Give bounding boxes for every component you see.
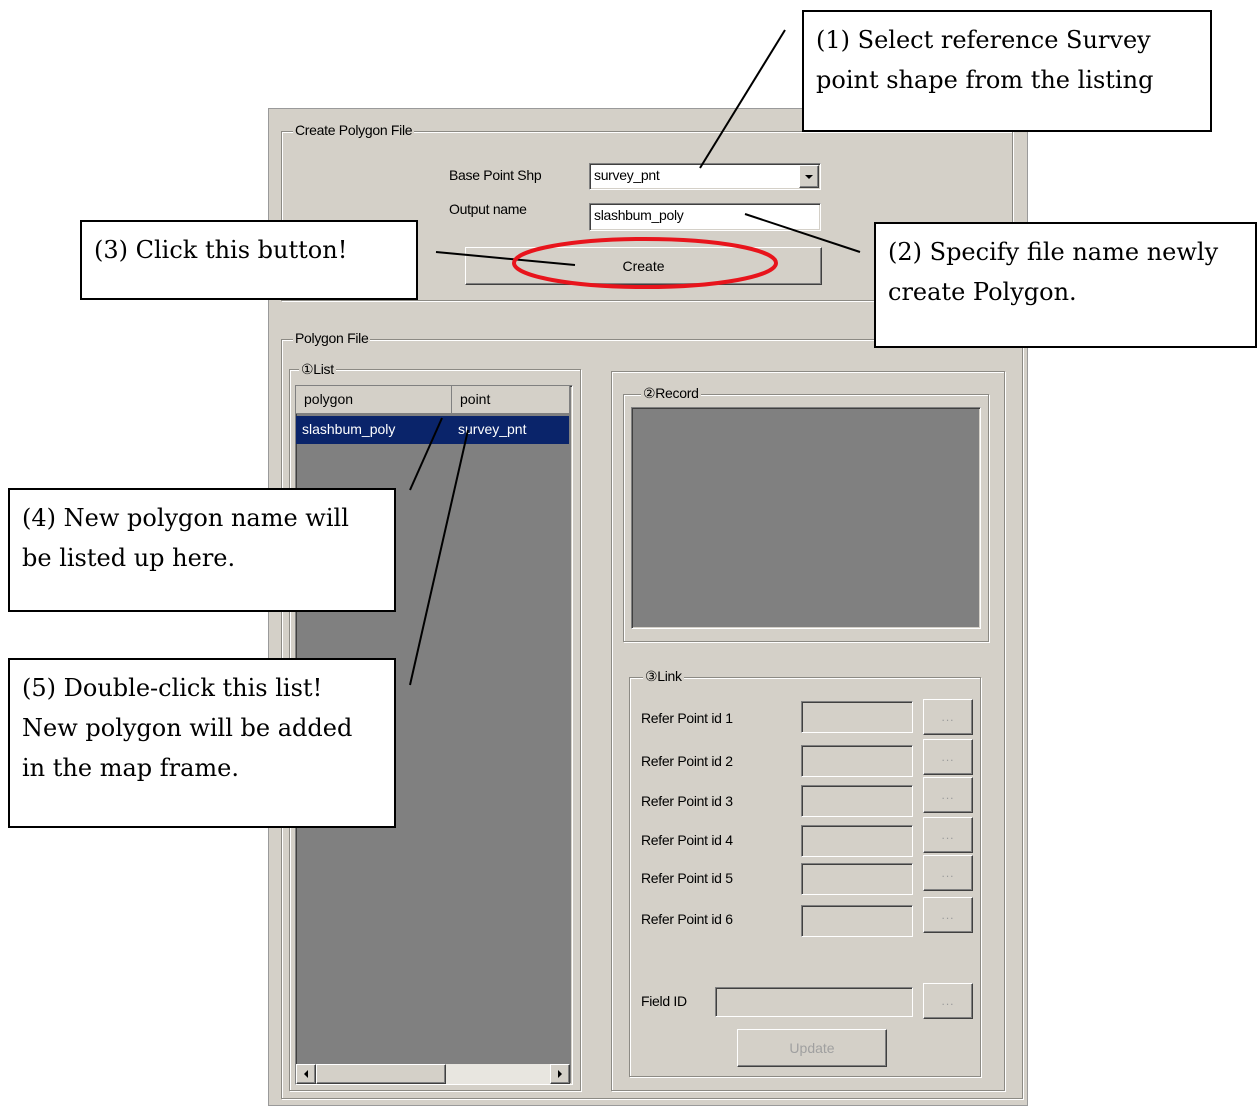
callout-4-line-2: be listed up here.: [22, 544, 236, 572]
record-group-title: ②Record: [641, 385, 701, 402]
field-id-field[interactable]: [715, 987, 913, 1017]
polygon-file-group-title: Polygon File: [293, 330, 371, 346]
scroll-thumb[interactable]: [316, 1064, 446, 1084]
base-point-select[interactable]: survey_pnt: [589, 163, 821, 190]
scroll-left-icon[interactable]: [296, 1064, 316, 1084]
browse-label: ...: [941, 866, 955, 880]
callout-4: (4) New polygon name will be listed up h…: [8, 488, 396, 612]
refer-point-5-label: Refer Point id 5: [641, 870, 733, 886]
refer-point-4-browse-button[interactable]: ...: [923, 817, 973, 853]
scroll-right-icon[interactable]: [550, 1064, 570, 1084]
refer-point-2-browse-button[interactable]: ...: [923, 739, 973, 775]
update-button[interactable]: Update: [737, 1029, 887, 1067]
create-button[interactable]: Create: [465, 247, 822, 285]
refer-point-6-label: Refer Point id 6: [641, 911, 733, 927]
browse-label: ...: [941, 994, 955, 1008]
callout-5: (5) Double-click this list! New polygon …: [8, 658, 396, 828]
callout-1-line-1: (1) Select reference Survey: [816, 26, 1151, 54]
callout-2-line-2: create Polygon.: [888, 278, 1077, 306]
callout-5-line-2: New polygon will be added: [22, 714, 353, 742]
create-polygon-group-title: Create Polygon File: [293, 122, 415, 138]
base-point-value: survey_pnt: [594, 167, 660, 183]
callout-5-line-3: in the map frame.: [22, 754, 240, 782]
list-item[interactable]: slashbum_poly survey_pnt: [296, 416, 569, 444]
list-cell-polygon: slashbum_poly: [302, 421, 396, 437]
field-id-browse-button[interactable]: ...: [923, 983, 973, 1019]
link-group-title: ③Link: [643, 668, 684, 685]
column-header-point[interactable]: point: [452, 386, 570, 414]
refer-point-3-browse-button[interactable]: ...: [923, 777, 973, 813]
refer-point-1-label: Refer Point id 1: [641, 710, 733, 726]
output-name-input[interactable]: slashbum_poly: [589, 203, 821, 231]
refer-point-5-field[interactable]: [801, 863, 913, 895]
callout-3-line-1: (3) Click this button!: [94, 236, 348, 264]
column-header-polygon[interactable]: polygon: [296, 386, 452, 414]
callout-3: (3) Click this button!: [80, 220, 418, 300]
refer-point-1-browse-button[interactable]: ...: [923, 699, 973, 735]
browse-label: ...: [941, 750, 955, 764]
callout-2-line-1: (2) Specify file name newly: [888, 238, 1219, 266]
horizontal-scrollbar[interactable]: [296, 1064, 570, 1084]
refer-point-1-field[interactable]: [801, 701, 913, 733]
refer-point-3-field[interactable]: [801, 785, 913, 817]
callout-5-line-1: (5) Double-click this list!: [22, 674, 323, 702]
output-name-value: slashbum_poly: [594, 207, 684, 223]
callout-2: (2) Specify file name newly create Polyg…: [874, 222, 1257, 348]
chevron-down-icon[interactable]: [799, 165, 819, 188]
callout-4-line-1: (4) New polygon name will: [22, 504, 349, 532]
callout-1-line-2: point shape from the listing: [816, 66, 1154, 94]
callout-1: (1) Select reference Survey point shape …: [802, 10, 1212, 132]
refer-point-6-field[interactable]: [801, 905, 913, 937]
refer-point-4-field[interactable]: [801, 825, 913, 857]
output-name-label: Output name: [449, 201, 527, 217]
field-id-label: Field ID: [641, 993, 687, 1009]
refer-point-5-browse-button[interactable]: ...: [923, 855, 973, 891]
refer-point-3-label: Refer Point id 3: [641, 793, 733, 809]
base-point-label: Base Point Shp: [449, 167, 542, 183]
list-group-title: ①List: [299, 361, 336, 378]
refer-point-6-browse-button[interactable]: ...: [923, 897, 973, 933]
list-cell-point: survey_pnt: [458, 421, 527, 437]
refer-point-4-label: Refer Point id 4: [641, 832, 733, 848]
refer-point-2-field[interactable]: [801, 745, 913, 777]
browse-label: ...: [941, 788, 955, 802]
record-area: [631, 407, 981, 629]
browse-label: ...: [941, 908, 955, 922]
browse-label: ...: [941, 710, 955, 724]
browse-label: ...: [941, 828, 955, 842]
refer-point-2-label: Refer Point id 2: [641, 753, 733, 769]
